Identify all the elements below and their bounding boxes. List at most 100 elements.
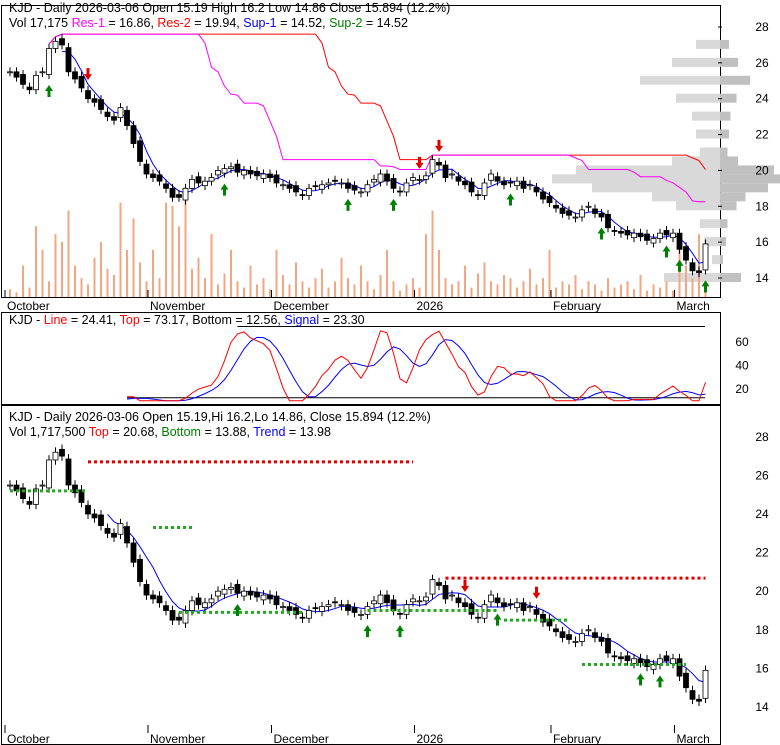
top-candle [364, 184, 371, 193]
bottom-candle [429, 579, 436, 595]
volume-bar [275, 249, 278, 297]
top-candle [72, 71, 78, 80]
top-candle [403, 182, 410, 193]
volume-bar [48, 281, 50, 297]
price-tick-bottom: 14 [755, 700, 769, 714]
top-candle [117, 107, 124, 118]
osc-tick: 20 [735, 382, 749, 396]
volume-bar [80, 278, 83, 297]
volume-bar [334, 281, 336, 297]
volume-bar [646, 290, 648, 297]
top-candle [228, 166, 234, 170]
top-candle [130, 125, 137, 144]
sell-arrow-icon [415, 156, 424, 169]
top-label: Top [119, 313, 140, 327]
volume-bar [483, 262, 486, 297]
top-candle [501, 180, 507, 186]
top-candle [306, 187, 312, 196]
volume-bar [587, 281, 590, 297]
volume-bar [457, 281, 460, 297]
top-candle [85, 90, 91, 100]
bottom-candle [494, 597, 501, 604]
bottom-candle [176, 616, 182, 621]
bottom-candle [572, 640, 579, 643]
volume-bar [61, 242, 63, 297]
bottom-candle [670, 658, 676, 664]
volume-bar [243, 287, 245, 297]
volume-profile-bar [700, 219, 720, 229]
volume-bar [698, 234, 700, 297]
bottom-candle [520, 602, 527, 611]
volume-bar [249, 265, 252, 297]
volume-bar [366, 281, 369, 297]
panel-frame-1 [1, 5, 721, 298]
osc-ticker: KJD - [9, 313, 44, 327]
bottom-candle [592, 632, 598, 638]
p3-trend-label: Trend [253, 425, 286, 439]
bottom-candle [332, 601, 338, 604]
top-candle [449, 173, 455, 176]
top-candle [26, 86, 33, 91]
volume-profile-bar [552, 174, 720, 184]
volume-bar [548, 249, 551, 297]
volume-bar [678, 249, 681, 297]
kjd-line [127, 330, 706, 402]
volume-profile-bar [720, 156, 738, 166]
x-label-top: December [274, 299, 329, 313]
top-candle [267, 173, 273, 178]
volume-profile-bar [640, 75, 720, 85]
top-candle [13, 71, 20, 78]
top-candle [319, 184, 325, 190]
volume-profile-bar [720, 39, 729, 49]
buy-arrow-icon [45, 84, 53, 97]
bottom-candle [280, 606, 286, 609]
sup2-label: Sup-2 [329, 16, 363, 30]
bottom-candle [358, 613, 364, 616]
top-candle [338, 182, 345, 185]
volume-bar [522, 281, 525, 297]
volume-bar [74, 265, 76, 297]
volume-bar [93, 257, 96, 297]
volume-bar [613, 287, 616, 297]
bottom-candle [663, 655, 670, 662]
bottom-candle [423, 596, 429, 602]
top-candle [546, 196, 553, 204]
top-candle [585, 205, 592, 208]
x-label-top: 2026 [417, 299, 444, 313]
volume-bar [444, 278, 447, 297]
top-candle [663, 230, 670, 236]
top-candle [39, 71, 46, 74]
top-candle [423, 175, 429, 180]
top-candle [572, 216, 579, 219]
bottom-candle [416, 600, 423, 603]
volume-bar [503, 275, 505, 297]
buy-arrow-icon [233, 603, 242, 616]
x-label-top: March [677, 299, 710, 313]
x-label-top: November [150, 299, 205, 313]
volume-bar [126, 249, 128, 297]
buy-arrow-icon [675, 259, 684, 272]
res1-value: = 16.86, [104, 16, 158, 30]
bottom-candle [202, 602, 208, 609]
top-candle [429, 159, 436, 174]
volume-bar [425, 234, 427, 297]
bottom-candle [143, 584, 150, 596]
volume-bar [54, 234, 57, 297]
volume-bar [197, 257, 200, 297]
x-label-bottom: November [150, 732, 205, 745]
volume-bar [262, 278, 265, 297]
top-candle [618, 230, 624, 234]
bottom-candle [676, 658, 683, 677]
p3-trend-value: = 13.98 [285, 425, 331, 439]
signal-value: = 23.30 [319, 313, 365, 327]
volume-bar [217, 284, 219, 297]
top-candle [475, 194, 481, 197]
bottom-candle [618, 656, 624, 660]
volume-bar [373, 289, 375, 297]
top-candle [202, 180, 208, 187]
volume-bar [529, 268, 531, 297]
buy-arrow-icon [220, 183, 229, 196]
bottom-candle [377, 594, 384, 605]
volume-bar [308, 287, 310, 297]
bottom-candle [689, 690, 696, 700]
